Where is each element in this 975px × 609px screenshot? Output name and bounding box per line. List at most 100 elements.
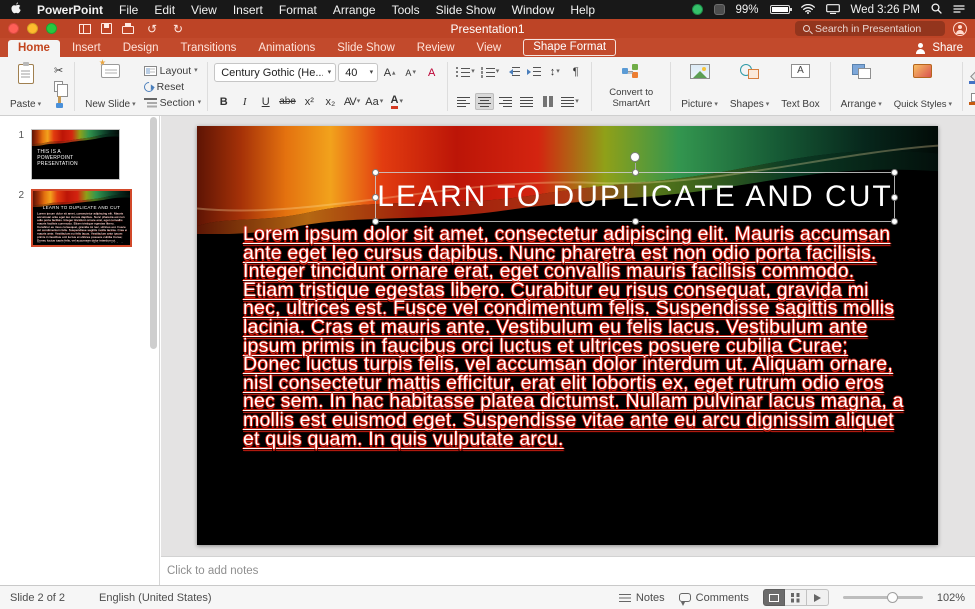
tab-insert[interactable]: Insert (62, 40, 111, 57)
normal-view-button[interactable] (763, 589, 785, 606)
shape-fill-button[interactable]: Shape Fill▾ (969, 69, 975, 84)
tab-slide-show[interactable]: Slide Show (327, 40, 405, 57)
tab-shape-format[interactable]: Shape Format (523, 39, 616, 56)
slide-title-text[interactable]: LEARN TO DUPLICATE AND CUT (377, 180, 892, 214)
text-direction-button[interactable]: ¶ (566, 63, 585, 80)
share-button[interactable]: Share (903, 42, 975, 57)
panel-scrollbar[interactable] (150, 117, 157, 349)
reset-button[interactable]: Reset (144, 79, 202, 94)
shrink-font-button[interactable]: A▾ (401, 64, 420, 81)
layout-button[interactable]: Layout▾ (144, 63, 202, 78)
align-text-button[interactable]: ▾ (559, 93, 581, 110)
notification-center-icon[interactable] (953, 3, 965, 17)
tab-review[interactable]: Review (407, 40, 465, 57)
tab-view[interactable]: View (467, 40, 512, 57)
shape-outline-button[interactable]: Shape Outline▾ (969, 90, 975, 105)
menu-file[interactable]: File (119, 3, 138, 17)
notes-toggle-button[interactable]: Notes (619, 592, 665, 604)
menu-window[interactable]: Window (512, 3, 555, 17)
align-center-button[interactable] (475, 93, 494, 110)
redo-icon[interactable]: ↻ (170, 22, 186, 36)
quick-styles-button[interactable]: Quick Styles▾ (890, 61, 956, 111)
superscript-button[interactable]: x² (300, 93, 319, 110)
battery-icon[interactable] (770, 5, 790, 14)
menu-arrange[interactable]: Arrange (333, 3, 376, 17)
character-spacing-button[interactable]: AV▾ (342, 93, 361, 110)
resize-handle-w[interactable] (372, 194, 379, 201)
language-status[interactable]: English (United States) (99, 592, 212, 604)
account-icon[interactable] (953, 22, 967, 36)
spotlight-icon[interactable] (931, 3, 942, 17)
slide-body-text[interactable]: Lorem ipsum dolor sit amet, consectetur … (243, 225, 905, 448)
tab-design[interactable]: Design (113, 40, 169, 57)
zoom-slider[interactable] (843, 596, 923, 599)
bold-button[interactable]: B (214, 93, 233, 110)
cut-button[interactable]: ✂ (49, 63, 68, 79)
zoom-level[interactable]: 102% (937, 592, 965, 604)
clear-formatting-button[interactable]: A (422, 64, 441, 81)
font-color-button[interactable]: A▾ (387, 93, 406, 110)
font-size-select[interactable]: 40▾ (338, 63, 378, 82)
wifi-icon[interactable] (801, 3, 815, 17)
zoom-slider-knob[interactable] (887, 592, 898, 603)
new-slide-button[interactable]: New Slide▾ (81, 61, 140, 111)
subscript-button[interactable]: x₂ (321, 93, 340, 110)
comments-toggle-button[interactable]: Comments (679, 592, 749, 604)
menu-help[interactable]: Help (570, 3, 595, 17)
rotation-handle[interactable] (630, 152, 640, 162)
tab-animations[interactable]: Animations (248, 40, 325, 57)
minimize-button[interactable] (27, 23, 38, 34)
menu-tools[interactable]: Tools (392, 3, 420, 17)
copy-button[interactable] (49, 79, 68, 95)
arrange-button[interactable]: Arrange▾ (837, 61, 886, 111)
bullets-button[interactable]: ▾ (454, 63, 477, 80)
strikethrough-button[interactable]: abe (277, 93, 298, 110)
resize-handle-ne[interactable] (891, 169, 898, 176)
menubar-clock[interactable]: Wed 3:26 PM (851, 4, 920, 16)
justify-button[interactable] (517, 93, 536, 110)
decrease-indent-button[interactable] (503, 63, 522, 80)
save-icon[interactable] (101, 23, 112, 34)
menu-slide-show[interactable]: Slide Show (436, 3, 496, 17)
search-box[interactable]: Search in Presentation (795, 21, 945, 36)
picture-button[interactable]: Picture▾ (677, 61, 722, 111)
tab-transitions[interactable]: Transitions (171, 40, 247, 57)
slide-2-thumbnail[interactable]: LEARN TO DUPLICATE AND CUT Lorem ipsum d… (31, 189, 132, 247)
text-box-button[interactable]: Text Box (777, 61, 823, 111)
underline-button[interactable]: U (256, 93, 275, 110)
grow-font-button[interactable]: A▾ (380, 64, 399, 81)
menu-insert[interactable]: Insert (233, 3, 263, 17)
fullscreen-button[interactable] (46, 23, 57, 34)
menubar-extra-app-icon[interactable] (714, 4, 725, 15)
tab-home[interactable]: Home (8, 40, 60, 57)
print-icon[interactable] (122, 26, 134, 34)
font-name-select[interactable]: Century Gothic (He...▾ (214, 63, 336, 82)
numbering-button[interactable]: ▾ (479, 63, 502, 80)
menubar-extra-green-icon[interactable] (692, 4, 703, 15)
line-spacing-button[interactable]: ↕▾ (545, 63, 564, 80)
shapes-button[interactable]: Shapes▾ (726, 61, 773, 111)
notes-pane[interactable]: Click to add notes (161, 556, 975, 585)
display-mirroring-icon[interactable] (826, 3, 840, 17)
resize-handle-n[interactable] (632, 169, 639, 176)
resize-handle-e[interactable] (891, 194, 898, 201)
undo-icon[interactable]: ↺ (144, 22, 160, 36)
resize-handle-se[interactable] (891, 218, 898, 225)
toggle-panels-icon[interactable] (79, 24, 91, 34)
increase-indent-button[interactable] (524, 63, 543, 80)
align-right-button[interactable] (496, 93, 515, 110)
columns-button[interactable] (538, 93, 557, 110)
section-button[interactable]: Section▾ (144, 95, 202, 110)
slide-sorter-view-button[interactable] (785, 589, 807, 606)
resize-handle-nw[interactable] (372, 169, 379, 176)
align-left-button[interactable] (454, 93, 473, 110)
menu-view[interactable]: View (191, 3, 217, 17)
italic-button[interactable]: I (235, 93, 254, 110)
close-button[interactable] (8, 23, 19, 34)
paste-button[interactable]: Paste▾ (6, 61, 45, 111)
slideshow-view-button[interactable] (807, 589, 829, 606)
title-text-box[interactable]: LEARN TO DUPLICATE AND CUT (375, 172, 895, 222)
slide-canvas[interactable]: LEARN TO DUPLICATE AND CUT Lorem ipsum d… (197, 126, 938, 545)
menu-app-name[interactable]: PowerPoint (37, 3, 103, 17)
convert-to-smartart-button[interactable]: Convert to SmartArt (598, 61, 664, 111)
